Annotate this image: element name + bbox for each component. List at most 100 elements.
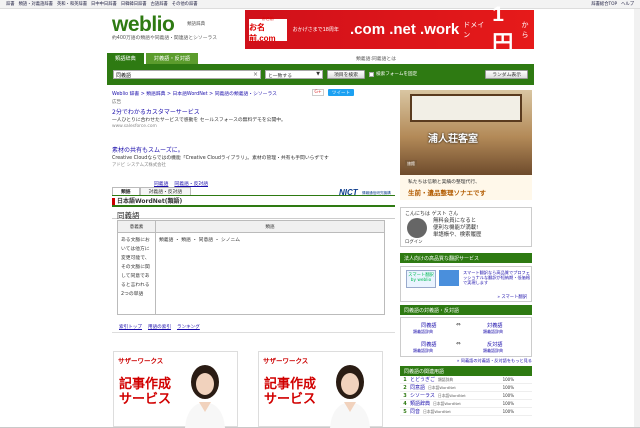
display-ad[interactable]: サザーワークス 記事作成サービス <box>113 351 238 428</box>
list-item[interactable]: 3 シソーラス 日本語WordNet 100% <box>400 392 532 400</box>
dictionary-tabs: 類語辞典 対義語・反対語 <box>107 53 199 64</box>
subtab-antonyms[interactable]: 対義語・反対語 <box>139 187 192 195</box>
word-heading: 同義語 <box>112 205 395 220</box>
rank-word[interactable]: とどうぎご <box>410 376 435 383</box>
topnav-link[interactable]: 類語・対義語辞書 <box>19 1 53 7</box>
nict-logo[interactable]: NICT <box>339 188 358 197</box>
match-mode-select[interactable]: と一致する ▼ <box>265 69 323 79</box>
index-link[interactable]: 用語の索引 <box>148 324 171 330</box>
signup-message[interactable]: 無料会員になると 便利な機能が満載! 単語帳や、検索履歴 <box>433 218 481 239</box>
source-title-text: 日本語WordNet(類語) <box>117 198 183 205</box>
antonym-arrow-icon: ⇔ <box>456 322 461 328</box>
onamae-logo: お名前 お名前.com <box>249 16 287 43</box>
display-ad[interactable]: サザーワークス 記事作成サービス <box>258 351 383 428</box>
topnav-link[interactable]: その他の辞書 <box>172 1 198 7</box>
text-ad-2-url[interactable]: アドビ システムズ株式会社 <box>112 162 166 168</box>
rank-number: 1 <box>403 376 407 383</box>
synonym-table: 意義素 類語 ある文脈においては他方に変更可能で、その文脈に関して同意であると言… <box>117 220 385 315</box>
antonym-word[interactable]: 同義語 <box>421 341 437 348</box>
rank-dictionary: 日本語WordNet <box>423 408 451 414</box>
text-ad-2-title[interactable]: 素材の共有もスムーズに。 <box>112 145 184 154</box>
antonym-box: 同義語 ⇔ 対義語 類義語辞典 類義語辞典 同義語 ⇔ 反対語 類義語辞典 類義… <box>400 317 532 357</box>
estate-ad-caption[interactable]: 私たちは信頼と実績の整理代行、 生前・遺品整理ソナエです <box>400 175 532 200</box>
smart-translation-logo: スマート翻訳 by weblio <box>406 270 436 288</box>
subtab-synonyms[interactable]: 類語 <box>112 187 140 195</box>
dictionary-top-link[interactable]: 辞書総合TOP <box>591 1 617 7</box>
rank-number: 2 <box>403 384 407 391</box>
related-terms-list: 1 とどうぎご 類語辞典 100% 2 同意語 日本語WordNet 100% … <box>400 376 532 416</box>
topnav-link[interactable]: 英和・和英辞書 <box>57 1 87 7</box>
divider <box>112 332 395 333</box>
translation-more-link[interactable]: » スマート翻訳 <box>497 294 527 300</box>
tab-thesaurus[interactable]: 類語辞典 <box>107 53 144 64</box>
rank-word[interactable]: 同音 <box>410 408 420 415</box>
ad-domains: .com .net .work <box>350 21 460 38</box>
translation-box[interactable]: スマート翻訳 by weblio スマート翻訳なら高品質でプロフェッショナルな翻… <box>400 266 532 302</box>
site-logo[interactable]: weblio <box>112 13 175 37</box>
clear-icon[interactable]: × <box>253 71 258 78</box>
antonym-word[interactable]: 反対語 <box>487 341 503 348</box>
help-link[interactable]: ヘルプ <box>621 1 634 7</box>
list-item[interactable]: 5 同音 日本語WordNet 100% <box>400 408 532 416</box>
scrollbar[interactable] <box>634 9 640 427</box>
random-display-button[interactable]: ランダム表示 <box>485 69 528 79</box>
rank-number: 3 <box>403 392 407 399</box>
topnav-link[interactable]: 古語辞書 <box>151 1 168 7</box>
section-link[interactable]: 同義語・反対語 <box>174 180 208 187</box>
text-ad-1-title[interactable]: 2分でわかるカスタマーサービス <box>112 107 200 116</box>
photo-overlay-text: 浦人荘客室 <box>428 134 478 145</box>
text-ad-1-url[interactable]: www.salesforce.com <box>112 124 157 129</box>
antonym-source[interactable]: 類義語辞典 <box>483 329 503 335</box>
rank-word[interactable]: 類語辞典 <box>410 400 430 407</box>
tweet-button[interactable]: ツイート <box>328 89 354 96</box>
index-link[interactable]: ランキング <box>177 324 200 330</box>
signup-line: 単語帳や、検索履歴 <box>433 232 482 238</box>
list-item[interactable]: 1 とどうぎご 類語辞典 100% <box>400 376 532 384</box>
site-tagline: 約400万語の類語や同義語・関連語とシソーラス <box>112 36 217 41</box>
tab-antonyms[interactable]: 対義語・反対語 <box>145 53 199 64</box>
chevron-down-icon: ▼ <box>316 71 320 77</box>
ad-promo-text: おかげさまで18周年 <box>292 27 339 33</box>
antonym-source[interactable]: 類義語辞典 <box>483 348 503 354</box>
antonym-source[interactable]: 類義語辞典 <box>413 348 433 354</box>
checkbox-label: 検索フォームを固定 <box>376 72 418 77</box>
rank-percent: 100% <box>502 409 514 414</box>
ad-brand: サザーワークス <box>263 358 309 365</box>
list-item[interactable]: 4 類語辞典 日本語WordNet 100% <box>400 400 532 408</box>
topnav-link[interactable]: 日韓韓日辞書 <box>121 1 147 7</box>
topnav-link[interactable]: 辞書 <box>6 1 15 7</box>
list-item[interactable]: 2 同意語 日本語WordNet 100% <box>400 384 532 392</box>
ad-brand: サザーワークス <box>118 358 164 365</box>
antonym-row: 同義語 ⇔ 対義語 類義語辞典 類義語辞典 <box>401 320 531 336</box>
section-link[interactable]: 同義語 <box>154 180 168 187</box>
synonyms-cell[interactable]: 類義語 ・ 類語 ・ 同意語 ・ シノニム <box>155 232 385 315</box>
antonym-more-link[interactable]: » 同義語の対義語・反対語をもっと見る <box>400 358 532 364</box>
rank-word[interactable]: 同意語 <box>410 384 425 391</box>
antonym-source[interactable]: 類義語辞典 <box>413 329 433 335</box>
topnav-link[interactable]: 日中中日辞書 <box>91 1 117 7</box>
antonym-word[interactable]: 対義語 <box>487 322 503 329</box>
source-title: 日本語WordNet(類語) <box>112 196 182 205</box>
translation-section-title: 法人向けの高品質な翻訳サービス <box>400 253 532 263</box>
antonym-word[interactable]: 同義語 <box>421 322 437 329</box>
search-input[interactable]: 同義語 × <box>113 69 261 79</box>
fix-search-form-checkbox[interactable]: 検索フォームを固定 <box>369 71 417 77</box>
tabs-info-link[interactable]: 類義語:同義語とは <box>356 55 396 62</box>
rank-dictionary: 日本語WordNet <box>433 400 461 406</box>
login-link[interactable]: ログイン <box>405 239 423 245</box>
index-link[interactable]: 索引トップ <box>119 324 142 330</box>
domain-ad-banner[interactable]: お名前 お名前.com おかげさまで18周年 .com .net .work ド… <box>245 3 534 55</box>
estate-ad-photo[interactable]: 浦人荘客室 旅館 <box>400 90 532 175</box>
logo-subtitle: 類語辞典 <box>187 22 205 27</box>
login-box: こんにちは ゲスト さん ログイン 無料会員になると 便利な機能が満載! 単語帳… <box>400 207 532 247</box>
ad-price: 1円 <box>492 2 514 55</box>
ad-brand-bottom: お名前.com <box>249 22 276 43</box>
rank-word[interactable]: シソーラス <box>410 392 435 399</box>
translation-description: スマート翻訳なら高品質でプロフェッショナルな翻訳が短納期・低価格で実現します <box>463 270 531 286</box>
search-button[interactable]: 項目を検索 <box>327 69 365 79</box>
rank-number: 5 <box>403 408 407 415</box>
woman-photo <box>330 365 370 428</box>
breadcrumb[interactable]: Weblio 辞書 > 類語辞典 > 日本語WordNet > 同義語の類義語・… <box>112 90 277 97</box>
checkbox-icon[interactable] <box>369 71 374 77</box>
google-plus-button[interactable]: G+ <box>312 89 324 96</box>
